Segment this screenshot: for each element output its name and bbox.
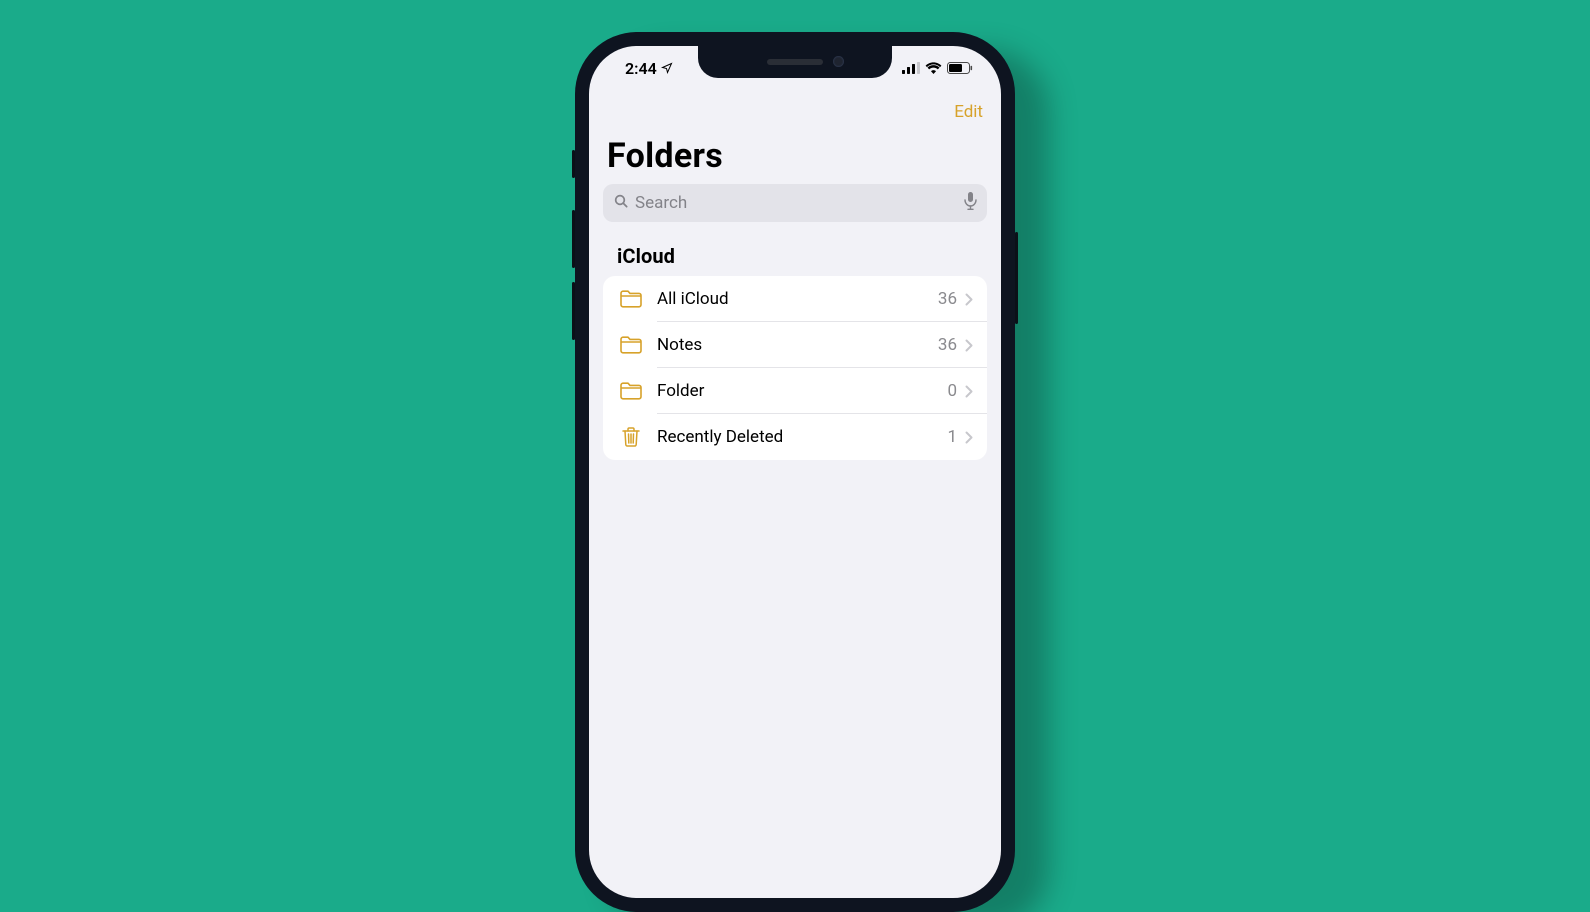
edit-button[interactable]: Edit xyxy=(954,102,983,122)
folder-row-count: 1 xyxy=(947,427,957,447)
folder-row-count: 0 xyxy=(947,381,957,401)
folder-row-count: 36 xyxy=(938,335,957,355)
microphone-icon[interactable] xyxy=(964,192,977,214)
power-button xyxy=(1015,232,1018,324)
folder-row-label: Notes xyxy=(657,335,938,355)
folder-row-all-icloud[interactable]: All iCloud 36 xyxy=(603,276,987,322)
status-bar-left: 2:44 xyxy=(613,59,673,78)
notes-app: Edit Folders Search xyxy=(589,46,1001,460)
phone-screen: 2:44 xyxy=(589,46,1001,898)
cellular-signal-icon xyxy=(902,59,920,78)
volume-down-button xyxy=(572,282,575,340)
folder-list: All iCloud 36 Notes 36 xyxy=(603,276,987,460)
volume-up-button xyxy=(572,210,575,268)
status-bar-right xyxy=(902,59,977,78)
folder-icon xyxy=(617,290,645,308)
wifi-icon xyxy=(925,59,942,78)
section-header-icloud: iCloud xyxy=(589,240,1001,276)
page-title: Folders xyxy=(589,134,1001,184)
navigation-bar: Edit xyxy=(589,90,1001,134)
battery-icon xyxy=(947,59,973,78)
status-time: 2:44 xyxy=(625,59,657,78)
chevron-right-icon xyxy=(965,339,973,352)
chevron-right-icon xyxy=(965,431,973,444)
folder-icon xyxy=(617,336,645,354)
chevron-right-icon xyxy=(965,385,973,398)
folder-row-label: All iCloud xyxy=(657,289,938,309)
search-input[interactable]: Search xyxy=(603,184,987,222)
search-icon xyxy=(613,193,629,213)
chevron-right-icon xyxy=(965,293,973,306)
phone-frame: 2:44 xyxy=(575,32,1015,912)
folder-icon xyxy=(617,382,645,400)
folder-row-count: 36 xyxy=(938,289,957,309)
location-arrow-icon xyxy=(661,62,673,74)
front-camera xyxy=(833,56,844,67)
speaker-grille xyxy=(767,59,823,65)
folder-row-notes[interactable]: Notes 36 xyxy=(603,322,987,368)
folder-row-folder[interactable]: Folder 0 xyxy=(603,368,987,414)
trash-icon xyxy=(617,427,645,447)
search-placeholder: Search xyxy=(635,193,958,213)
phone-notch xyxy=(698,46,892,78)
silent-switch xyxy=(572,150,575,178)
folder-row-recently-deleted[interactable]: Recently Deleted 1 xyxy=(603,414,987,460)
folder-row-label: Recently Deleted xyxy=(657,427,947,447)
folder-row-label: Folder xyxy=(657,381,947,401)
